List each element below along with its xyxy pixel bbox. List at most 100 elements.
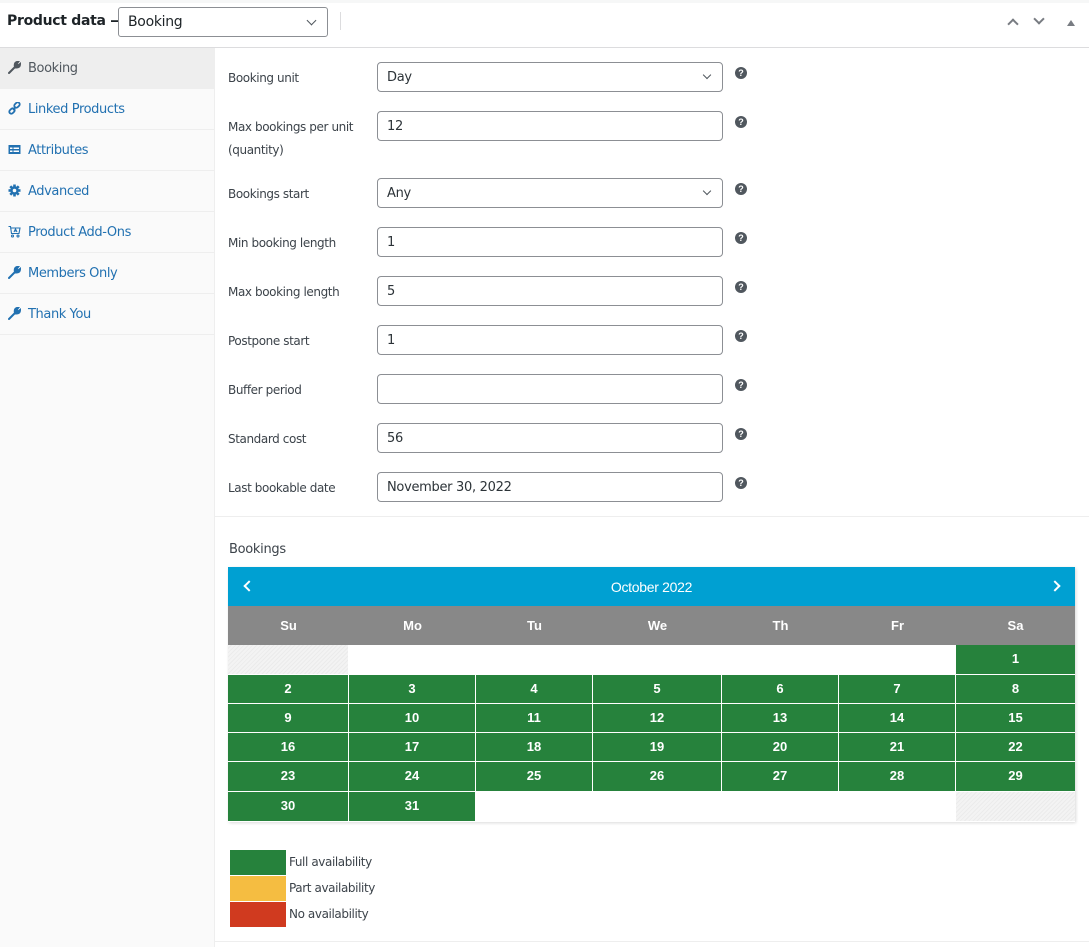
legend-full: Full availability — [230, 850, 430, 876]
calendar-day-2[interactable]: 2 — [228, 675, 348, 703]
next-month-button[interactable] — [1049, 577, 1067, 597]
calendar-day-31[interactable]: 31 — [349, 792, 475, 821]
calendar-day-10[interactable]: 10 — [349, 704, 475, 732]
calendar-day-29[interactable]: 29 — [956, 762, 1075, 791]
bookings-start-select[interactable]: Any — [377, 178, 723, 208]
calendar-day-30[interactable]: 30 — [228, 792, 348, 821]
product-type-value: Booking — [128, 14, 183, 30]
calendar-day-19[interactable]: 19 — [593, 733, 721, 761]
calendar-day-12[interactable]: 12 — [593, 704, 721, 732]
calendar-day-24[interactable]: 24 — [349, 762, 475, 791]
help-icon[interactable]: ? — [735, 379, 747, 391]
calendar-day-9[interactable]: 9 — [228, 704, 348, 732]
buffer-period-input[interactable] — [377, 374, 723, 404]
calendar-day-5[interactable]: 5 — [593, 675, 721, 703]
calendar-day-8[interactable]: 8 — [956, 675, 1075, 703]
field-label: Max booking length — [228, 285, 340, 299]
day-name-su: Su — [280, 618, 297, 633]
field-label: Booking unit — [228, 71, 299, 85]
tab-linked-products[interactable]: Linked Products — [0, 89, 214, 130]
availability-legend: Full availability Part availability No a… — [230, 850, 430, 928]
legend-none: No availability — [230, 902, 430, 928]
tab-label: Thank You — [28, 307, 91, 322]
move-down-button[interactable] — [1030, 11, 1050, 33]
calendar-day-17[interactable]: 17 — [349, 733, 475, 761]
calendar-day-20[interactable]: 20 — [722, 733, 838, 761]
tab-label: Advanced — [28, 184, 90, 199]
product-data-header: Product data — Booking — [0, 0, 1089, 48]
link-icon — [8, 101, 21, 115]
toggle-panel-button[interactable] — [1062, 11, 1082, 33]
calendar-day-16[interactable]: 16 — [228, 733, 348, 761]
legend-swatch-part — [230, 876, 286, 901]
wrench-icon — [8, 307, 22, 320]
calendar-day-11[interactable]: 11 — [476, 704, 592, 732]
move-up-button[interactable] — [1004, 11, 1024, 33]
section-bottom-divider — [215, 941, 1089, 942]
help-icon[interactable]: ? — [735, 477, 747, 489]
help-icon[interactable]: ? — [735, 281, 747, 293]
tab-advanced[interactable]: Advanced — [0, 171, 214, 212]
triangle-up-icon — [1067, 20, 1075, 26]
product-data-tabs: Booking Linked Products Attributes Advan… — [0, 48, 215, 947]
max-booking-length-input[interactable] — [377, 276, 723, 306]
booking-unit-select[interactable]: Day — [377, 62, 723, 92]
help-icon[interactable]: ? — [735, 428, 747, 440]
legend-part: Part availability — [230, 876, 430, 902]
calendar-day-27[interactable]: 27 — [722, 762, 838, 791]
tab-members-only[interactable]: Members Only — [0, 253, 214, 294]
help-icon[interactable]: ? — [735, 116, 747, 128]
help-icon[interactable]: ? — [735, 330, 747, 342]
last-bookable-date-input[interactable] — [377, 472, 723, 502]
help-icon[interactable]: ? — [735, 232, 747, 244]
calendar-day-1[interactable]: 1 — [956, 645, 1075, 674]
calendar-day-21[interactable]: 21 — [839, 733, 955, 761]
calendar-day-3[interactable]: 3 — [349, 675, 475, 703]
legend-label: Part availability — [289, 881, 375, 895]
day-name-sa: Sa — [1007, 618, 1024, 633]
postpone-start-input[interactable] — [377, 325, 723, 355]
help-icon[interactable]: ? — [735, 67, 747, 79]
calendar-day-25[interactable]: 25 — [476, 762, 592, 791]
calendar-empty-cell — [722, 792, 838, 821]
chevron-down-icon — [702, 70, 712, 80]
field-label: Bookings start — [228, 187, 309, 201]
calendar-day-15[interactable]: 15 — [956, 704, 1075, 732]
calendar-empty-cell — [476, 792, 592, 821]
tab-booking[interactable]: Booking — [0, 48, 214, 89]
booking-panel: Booking unit Day ? Max bookings per unit… — [215, 48, 1089, 947]
tab-label: Product Add-Ons — [28, 225, 131, 240]
tab-product-add-ons[interactable]: Product Add-Ons — [0, 212, 214, 253]
field-label: Standard cost — [228, 432, 307, 446]
calendar-day-13[interactable]: 13 — [722, 704, 838, 732]
tab-label: Linked Products — [28, 102, 125, 117]
help-icon[interactable]: ? — [735, 183, 747, 195]
tab-label: Booking — [28, 61, 78, 76]
field-max-booking-length: Max booking length ? — [215, 262, 1089, 311]
min-booking-length-input[interactable] — [377, 227, 723, 257]
max-bookings-input[interactable] — [377, 111, 723, 141]
chevron-down-icon — [1033, 13, 1045, 25]
calendar-day-6[interactable]: 6 — [722, 675, 838, 703]
calendar-day-7[interactable]: 7 — [839, 675, 955, 703]
calendar-day-28[interactable]: 28 — [839, 762, 955, 791]
calendar-empty-cell — [839, 792, 955, 821]
calendar-day-23[interactable]: 23 — [228, 762, 348, 791]
calendar-day-14[interactable]: 14 — [839, 704, 955, 732]
calendar-day-18[interactable]: 18 — [476, 733, 592, 761]
product-type-select[interactable]: Booking — [118, 7, 328, 37]
calendar-day-26[interactable]: 26 — [593, 762, 721, 791]
chevron-up-icon — [1007, 18, 1019, 30]
tab-thank-you[interactable]: Thank You — [0, 294, 214, 335]
field-bookings-start: Bookings start Any ? — [215, 164, 1089, 213]
calendar-empty-cell — [722, 645, 838, 674]
standard-cost-input[interactable] — [377, 423, 723, 453]
tab-attributes[interactable]: Attributes — [0, 130, 214, 171]
tab-label: Attributes — [28, 143, 89, 158]
field-standard-cost: Standard cost ? — [215, 409, 1089, 458]
calendar-day-4[interactable]: 4 — [476, 675, 592, 703]
field-min-booking-length: Min booking length ? — [215, 213, 1089, 262]
calendar-day-22[interactable]: 22 — [956, 733, 1075, 761]
field-label: Last bookable date — [228, 481, 336, 495]
calendar-empty-cell — [593, 645, 721, 674]
